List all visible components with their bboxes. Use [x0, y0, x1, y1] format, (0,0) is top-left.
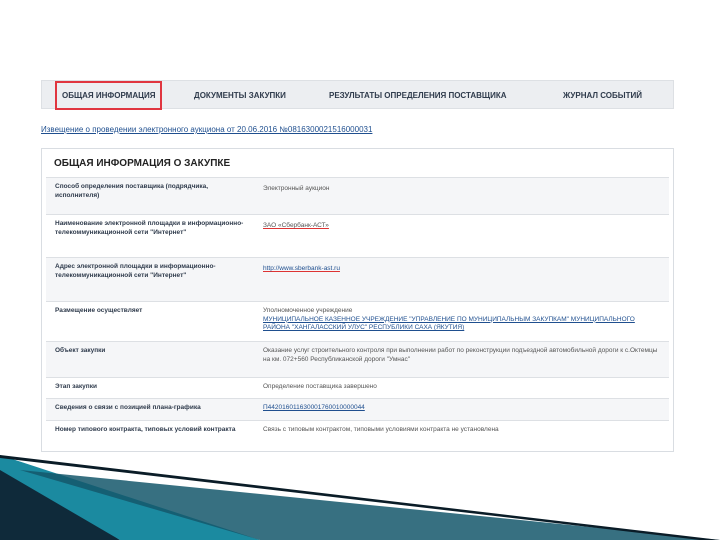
tab-event-log[interactable]: ЖУРНАЛ СОБЫТИЙ: [563, 81, 642, 110]
tab-general-info[interactable]: ОБЩАЯ ИНФОРМАЦИЯ: [55, 81, 163, 110]
row-label: Сведения о связи с позицией плана-график…: [55, 404, 201, 411]
decor-blue-band: [20, 470, 720, 540]
table-row: Размещение осуществляет Уполномоченное у…: [46, 301, 669, 341]
row-value: Связь с типовым контрактом, типовыми усл…: [263, 426, 499, 433]
platform-url-link[interactable]: http://www.sberbank-ast.ru: [263, 265, 340, 272]
tab-bar: ОБЩАЯ ИНФОРМАЦИЯ ДОКУМЕНТЫ ЗАКУПКИ РЕЗУЛ…: [41, 80, 674, 110]
row-label: Этап закупки: [55, 383, 97, 390]
table-row: Объект закупки Оказание услуг строительн…: [46, 341, 669, 377]
plan-position-link[interactable]: П442016011630001760010000044: [263, 404, 365, 411]
row-label: Объект закупки: [55, 347, 106, 354]
row-label: Наименование электронной площадки в инфо…: [55, 220, 244, 236]
row-value: Электронный аукцион: [263, 185, 330, 192]
table-row: Способ определения поставщика (подрядчик…: [46, 177, 669, 214]
decor-dark-wedge: [0, 460, 120, 540]
table-row: Сведения о связи с позицией плана-график…: [46, 398, 669, 420]
row-label: Адрес электронной площадки в информацион…: [55, 263, 216, 279]
decor-thin-line: [0, 455, 720, 540]
row-value: Определение поставщика завершено: [263, 383, 377, 390]
tab-procurement-documents[interactable]: ДОКУМЕНТЫ ЗАКУПКИ: [194, 81, 286, 110]
tab-supplier-results[interactable]: РЕЗУЛЬТАТЫ ОПРЕДЕЛЕНИЯ ПОСТАВЩИКА: [329, 81, 507, 110]
row-value-wrap: ЗАО «Сбербанк-АСТ»: [263, 222, 658, 231]
notice-link[interactable]: Извещение о проведении электронного аукц…: [41, 125, 372, 134]
table-row: Адрес электронной площадки в информацион…: [46, 257, 669, 301]
row-label: Номер типового контракта, типовых услови…: [55, 426, 236, 433]
table-row: Наименование электронной площадки в инфо…: [46, 214, 669, 257]
row-label: Способ определения поставщика (подрядчик…: [55, 183, 209, 199]
table-row: Номер типового контракта, типовых услови…: [46, 420, 669, 451]
row-value-wrap: П442016011630001760010000044: [263, 404, 658, 413]
table-row: Этап закупки Определение поставщика заве…: [46, 377, 669, 398]
organizer-link[interactable]: МУНИЦИПАЛЬНОЕ КАЗЕННОЕ УЧРЕЖДЕНИЕ "УПРАВ…: [263, 316, 658, 333]
row-label: Размещение осуществляет: [55, 307, 143, 314]
section-title: ОБЩАЯ ИНФОРМАЦИЯ О ЗАКУПКЕ: [54, 158, 231, 169]
decor-teal-band: [0, 455, 260, 540]
row-value: ЗАО «Сбербанк-АСТ»: [263, 222, 329, 229]
row-value-prefix: Уполномоченное учреждение: [263, 307, 353, 314]
row-value: Оказание услуг строительного контроля пр…: [263, 347, 658, 363]
general-info-panel: ОБЩАЯ ИНФОРМАЦИЯ О ЗАКУПКЕ Способ опреде…: [41, 148, 674, 452]
row-value-wrap: http://www.sberbank-ast.ru: [263, 265, 658, 274]
row-value-wrap: Уполномоченное учреждение МУНИЦИПАЛЬНОЕ …: [263, 307, 658, 333]
